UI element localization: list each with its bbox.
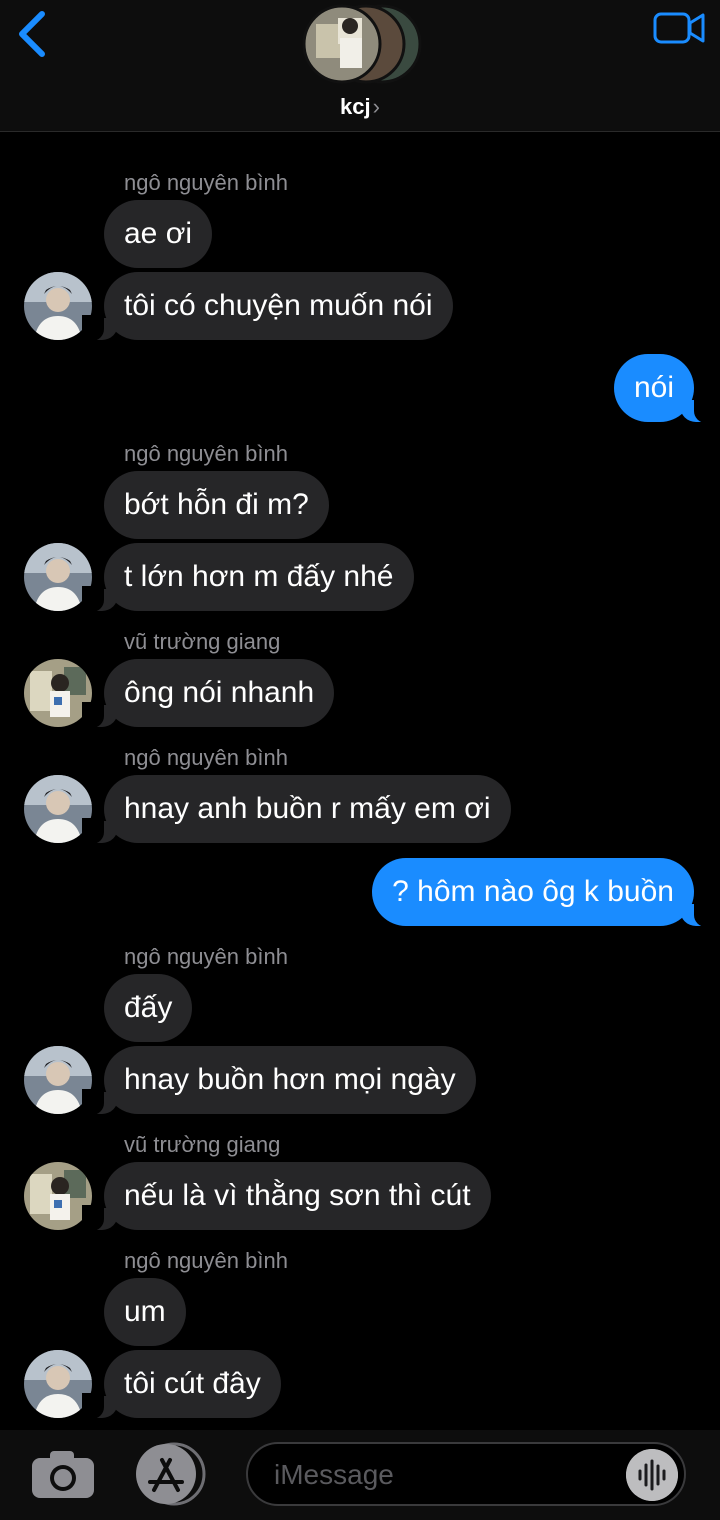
incoming-message[interactable]: tôi có chuyện muốn nói [82, 272, 453, 341]
message-input[interactable]: iMessage [246, 1442, 686, 1506]
sender-name: ngô nguyên bình [124, 745, 288, 770]
incoming-message[interactable]: ông nói nhanh [81, 659, 335, 728]
message-input-placeholder: iMessage [274, 1459, 394, 1490]
audio-waveform-icon[interactable] [626, 1449, 678, 1501]
message-list[interactable]: ngô nguyên bình ae ơi tôi có chuyện muốn… [0, 132, 720, 1430]
sender-name: ngô nguyên bình [124, 944, 288, 969]
sender-name: vũ trường giang [124, 1132, 281, 1157]
incoming-message[interactable]: bớt hỗn đi m? [104, 471, 329, 539]
sender-name: ngô nguyên bình [124, 1248, 288, 1273]
sender-name: ngô nguyên bình [124, 441, 288, 466]
incoming-message[interactable]: hnay buồn hơn mọi ngày [82, 1046, 476, 1115]
sender-name: vũ trường giang [124, 629, 281, 654]
conversation-header: kcj› [0, 0, 720, 132]
chevron-left-icon[interactable] [14, 10, 50, 58]
incoming-message[interactable]: t lớn hơn m đấy nhé [82, 543, 414, 612]
group-name: kcj [340, 94, 371, 119]
outgoing-message[interactable]: nói [613, 354, 717, 423]
incoming-message[interactable]: tôi cút đây [82, 1350, 281, 1419]
incoming-message[interactable]: đấy [104, 974, 193, 1042]
app-store-icon[interactable] [134, 1442, 208, 1506]
incoming-message[interactable]: nếu là vì thằng sơn thì cút [82, 1162, 491, 1231]
incoming-message[interactable]: ae ơi [104, 200, 213, 268]
composer-bar: iMessage [0, 1430, 720, 1520]
conversation-title[interactable]: kcj› [0, 94, 720, 120]
video-camera-icon[interactable] [652, 10, 706, 46]
incoming-message[interactable]: hnay anh buồn r mấy em ơi [82, 775, 511, 844]
chevron-right-icon: › [372, 94, 380, 119]
incoming-message[interactable]: um [104, 1278, 186, 1346]
camera-icon[interactable] [30, 1448, 96, 1500]
outgoing-message[interactable]: ? hôm nào ôg k buồn [372, 858, 716, 927]
group-avatar-stack[interactable] [300, 4, 422, 86]
sender-name: ngô nguyên bình [124, 170, 288, 195]
